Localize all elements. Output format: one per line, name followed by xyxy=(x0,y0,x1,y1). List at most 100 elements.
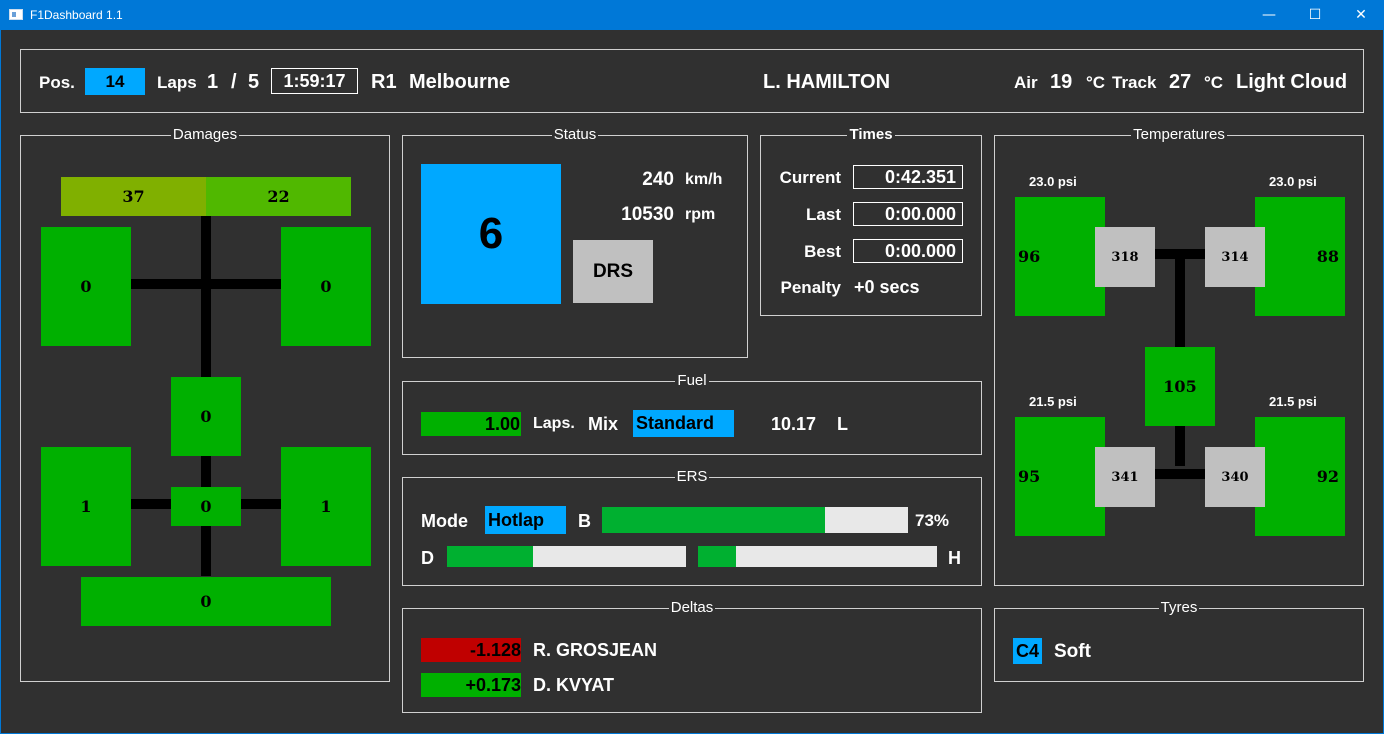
tyre-name: Soft xyxy=(1054,641,1091,662)
rr-tyre: 92 xyxy=(1255,417,1345,536)
ers-deployed-label: D xyxy=(421,548,434,568)
delta-driver: D. KVYAT xyxy=(533,675,615,695)
ers-battery-bar xyxy=(602,507,908,533)
fl-psi: 23.0 psi xyxy=(1029,174,1077,189)
temp-spine-rear xyxy=(1175,426,1185,466)
fuel-liters: 10.17 xyxy=(771,414,817,434)
ers-deployed-fill xyxy=(447,546,534,567)
window-title: F1Dashboard 1.1 xyxy=(30,8,123,22)
last-label: Last xyxy=(806,205,841,224)
fuel-laps-label: Laps. xyxy=(533,415,575,432)
penalty-value: +0 secs xyxy=(854,277,920,297)
temperatures-title: Temperatures xyxy=(1131,126,1227,143)
deltas-title: Deltas xyxy=(668,599,716,616)
pos-label: Pos. xyxy=(39,73,75,92)
ers-battery-fill xyxy=(602,507,826,533)
current-label: Current xyxy=(779,168,841,187)
tyres-title: Tyres xyxy=(1158,599,1200,616)
track-unit: °C xyxy=(1204,73,1224,92)
ers-title: ERS xyxy=(674,468,710,485)
gear-display: 6 xyxy=(421,164,561,304)
header-panel: Pos. 14 Laps 1 / 5 1:59:17 R1 Melbourne … xyxy=(20,49,1364,113)
rl-brake-temp: 341 xyxy=(1095,447,1155,507)
temp-front-axle xyxy=(1155,249,1205,259)
maximize-button[interactable]: ☐ xyxy=(1292,0,1338,30)
damages-title: Damages xyxy=(170,126,240,143)
air-temp: 19 xyxy=(1050,71,1073,93)
fuel-laps-value: 1.00 xyxy=(421,412,521,436)
track-temp-label: Track xyxy=(1112,73,1157,92)
lap-separator: / xyxy=(231,71,237,93)
fuel-mix-label: Mix xyxy=(588,414,619,434)
times-title: Times xyxy=(847,126,895,143)
fr-brake-temp: 314 xyxy=(1205,227,1265,287)
fl-tyre: 96 xyxy=(1015,197,1105,316)
ers-mode-label: Mode xyxy=(421,511,468,531)
delta-value: -1.128 xyxy=(421,638,521,662)
fr-tyre-temp: 88 xyxy=(1316,247,1339,266)
front-left-tyre-damage: 0 xyxy=(41,227,131,346)
ers-panel: ERS Mode Hotlap B 73% D H xyxy=(402,468,982,586)
speed-unit: km/h xyxy=(685,171,723,188)
rear-wing-damage: 0 xyxy=(81,577,331,626)
title-bar: F1Dashboard 1.1 — ☐ ✕ xyxy=(0,0,1384,30)
temperatures-panel: Temperatures 23.0 psi 23.0 psi 21.5 psi … xyxy=(994,126,1364,586)
rr-psi: 21.5 psi xyxy=(1269,394,1317,409)
damages-panel: Damages 37 22 0 0 0 1 0 1 0 xyxy=(20,126,390,682)
app-icon xyxy=(9,9,23,20)
rl-tyre: 95 xyxy=(1015,417,1105,536)
track-temp: 27 xyxy=(1169,71,1192,93)
engine-temp: 105 xyxy=(1145,347,1215,426)
weather: Light Cloud xyxy=(1236,71,1348,93)
ers-mode-select[interactable]: Hotlap xyxy=(485,506,566,534)
laps-label: Laps xyxy=(157,73,197,92)
body-damage: 0 xyxy=(171,377,241,456)
penalty-label: Penalty xyxy=(780,278,841,297)
last-time: 0:00.000 xyxy=(853,202,963,226)
rr-brake-temp: 340 xyxy=(1205,447,1265,507)
current-time: 0:42.351 xyxy=(853,165,963,189)
minimize-button[interactable]: — xyxy=(1246,0,1292,30)
rpm-value: 10530 xyxy=(621,204,674,225)
fuel-title: Fuel xyxy=(675,372,709,389)
front-axle xyxy=(131,279,281,289)
fr-tyre: 88 xyxy=(1255,197,1345,316)
tyres-panel: Tyres C4 Soft xyxy=(994,599,1364,682)
delta-driver: R. GROSJEAN xyxy=(533,640,658,660)
air-unit: °C xyxy=(1086,73,1106,92)
speed-value: 240 xyxy=(642,169,674,190)
drs-indicator: DRS xyxy=(573,240,653,303)
close-button[interactable]: ✕ xyxy=(1338,0,1384,30)
fr-psi: 23.0 psi xyxy=(1269,174,1317,189)
session-time: 1:59:17 xyxy=(271,68,358,94)
rear-left-tyre-damage: 1 xyxy=(41,447,131,566)
best-label: Best xyxy=(804,242,841,261)
deltas-panel: Deltas -1.128 R. GROSJEAN +0.173 D. KVYA… xyxy=(402,599,982,713)
air-label: Air xyxy=(1014,73,1038,92)
status-title: Status xyxy=(551,126,599,143)
times-panel: Times Current 0:42.351 Last 0:00.000 Bes… xyxy=(760,126,982,316)
rear-right-tyre-damage: 1 xyxy=(281,447,371,566)
delta-value: +0.173 xyxy=(421,673,521,697)
center-damage: 0 xyxy=(171,487,241,526)
temp-spine-front xyxy=(1175,259,1185,347)
rl-tyre-temp: 95 xyxy=(1018,467,1041,486)
ers-deployed-bar xyxy=(447,546,686,567)
fuel-panel: Fuel 1.00 Laps. Mix Standard 10.17 L xyxy=(402,372,982,455)
temp-rear-axle xyxy=(1155,469,1205,479)
fuel-liters-unit: L xyxy=(837,414,848,434)
fl-brake-temp: 318 xyxy=(1095,227,1155,287)
front-right-tyre-damage: 0 xyxy=(281,227,371,346)
fuel-mix-select[interactable]: Standard xyxy=(633,410,734,437)
ers-harvested-fill xyxy=(698,546,737,567)
ers-harvested-label: H xyxy=(948,548,961,568)
round-label: R1 xyxy=(371,71,397,93)
lap-current: 1 xyxy=(207,71,219,93)
ers-battery-label: B xyxy=(578,511,591,531)
front-wing-right: 22 xyxy=(206,177,351,216)
rr-tyre-temp: 92 xyxy=(1316,467,1339,486)
ers-harvested-bar xyxy=(698,546,937,567)
best-time: 0:00.000 xyxy=(853,239,963,263)
tyre-compound: C4 xyxy=(1013,638,1042,664)
rpm-unit: rpm xyxy=(685,206,716,223)
